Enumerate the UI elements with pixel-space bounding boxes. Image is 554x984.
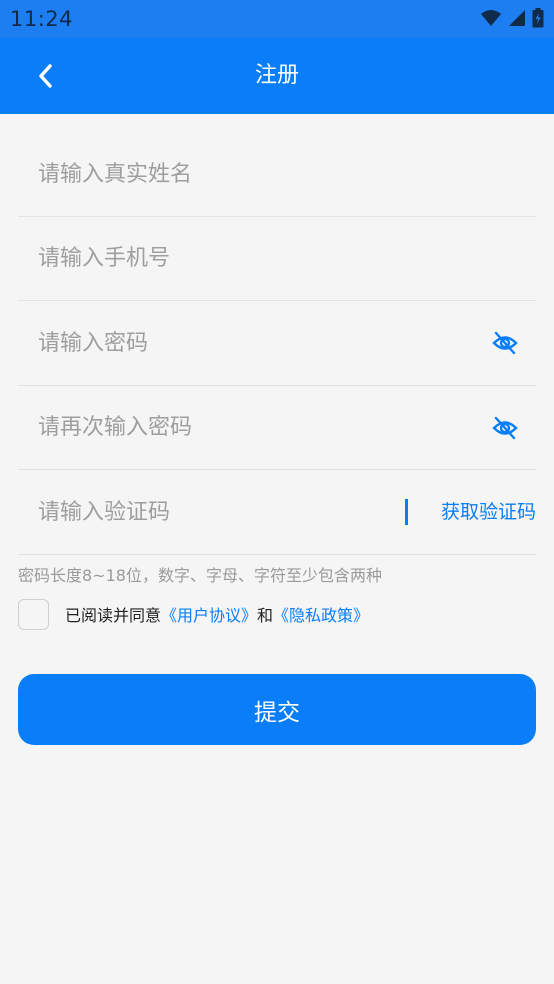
signal-icon — [509, 10, 525, 26]
wifi-icon — [481, 10, 501, 26]
status-time: 11:24 — [10, 7, 74, 31]
name-field-row — [18, 132, 536, 217]
confirm-password-field-row — [18, 385, 536, 470]
register-form: 获取验证码 — [18, 132, 536, 555]
submit-button[interactable]: 提交 — [18, 674, 536, 745]
phone-field-row — [18, 216, 536, 301]
agreement-text: 已阅读并同意《用户协议》和《隐私政策》 — [65, 602, 369, 626]
app-bar: 注册 — [0, 38, 554, 114]
password-hint: 密码长度8~18位，数字、字母、字符至少包含两种 — [18, 566, 382, 585]
get-code-button[interactable]: 获取验证码 — [441, 470, 536, 554]
page-title: 注册 — [254, 63, 299, 88]
agreement-and: 和 — [257, 606, 274, 625]
code-field-row: 获取验证码 — [18, 470, 536, 555]
eye-off-icon[interactable] — [492, 330, 518, 356]
real-name-input[interactable] — [18, 132, 536, 216]
confirm-password-input[interactable] — [18, 385, 536, 470]
agree-checkbox[interactable] — [18, 598, 49, 630]
phone-input[interactable] — [18, 216, 536, 301]
agreement-row: 已阅读并同意《用户协议》和《隐私政策》 — [18, 598, 369, 630]
status-bar: 11:24 — [0, 0, 554, 38]
eye-off-icon[interactable] — [492, 415, 518, 441]
back-button[interactable] — [26, 58, 64, 94]
user-agreement-link[interactable]: 《用户协议》 — [161, 606, 257, 625]
status-icons — [480, 8, 544, 28]
chevron-left-icon — [39, 64, 52, 88]
privacy-policy-link[interactable]: 《隐私政策》 — [273, 606, 369, 625]
battery-icon — [532, 8, 544, 28]
password-input[interactable] — [18, 301, 536, 385]
password-field-row — [18, 301, 536, 386]
agreement-prefix: 已阅读并同意 — [65, 606, 162, 625]
code-divider — [405, 499, 408, 525]
